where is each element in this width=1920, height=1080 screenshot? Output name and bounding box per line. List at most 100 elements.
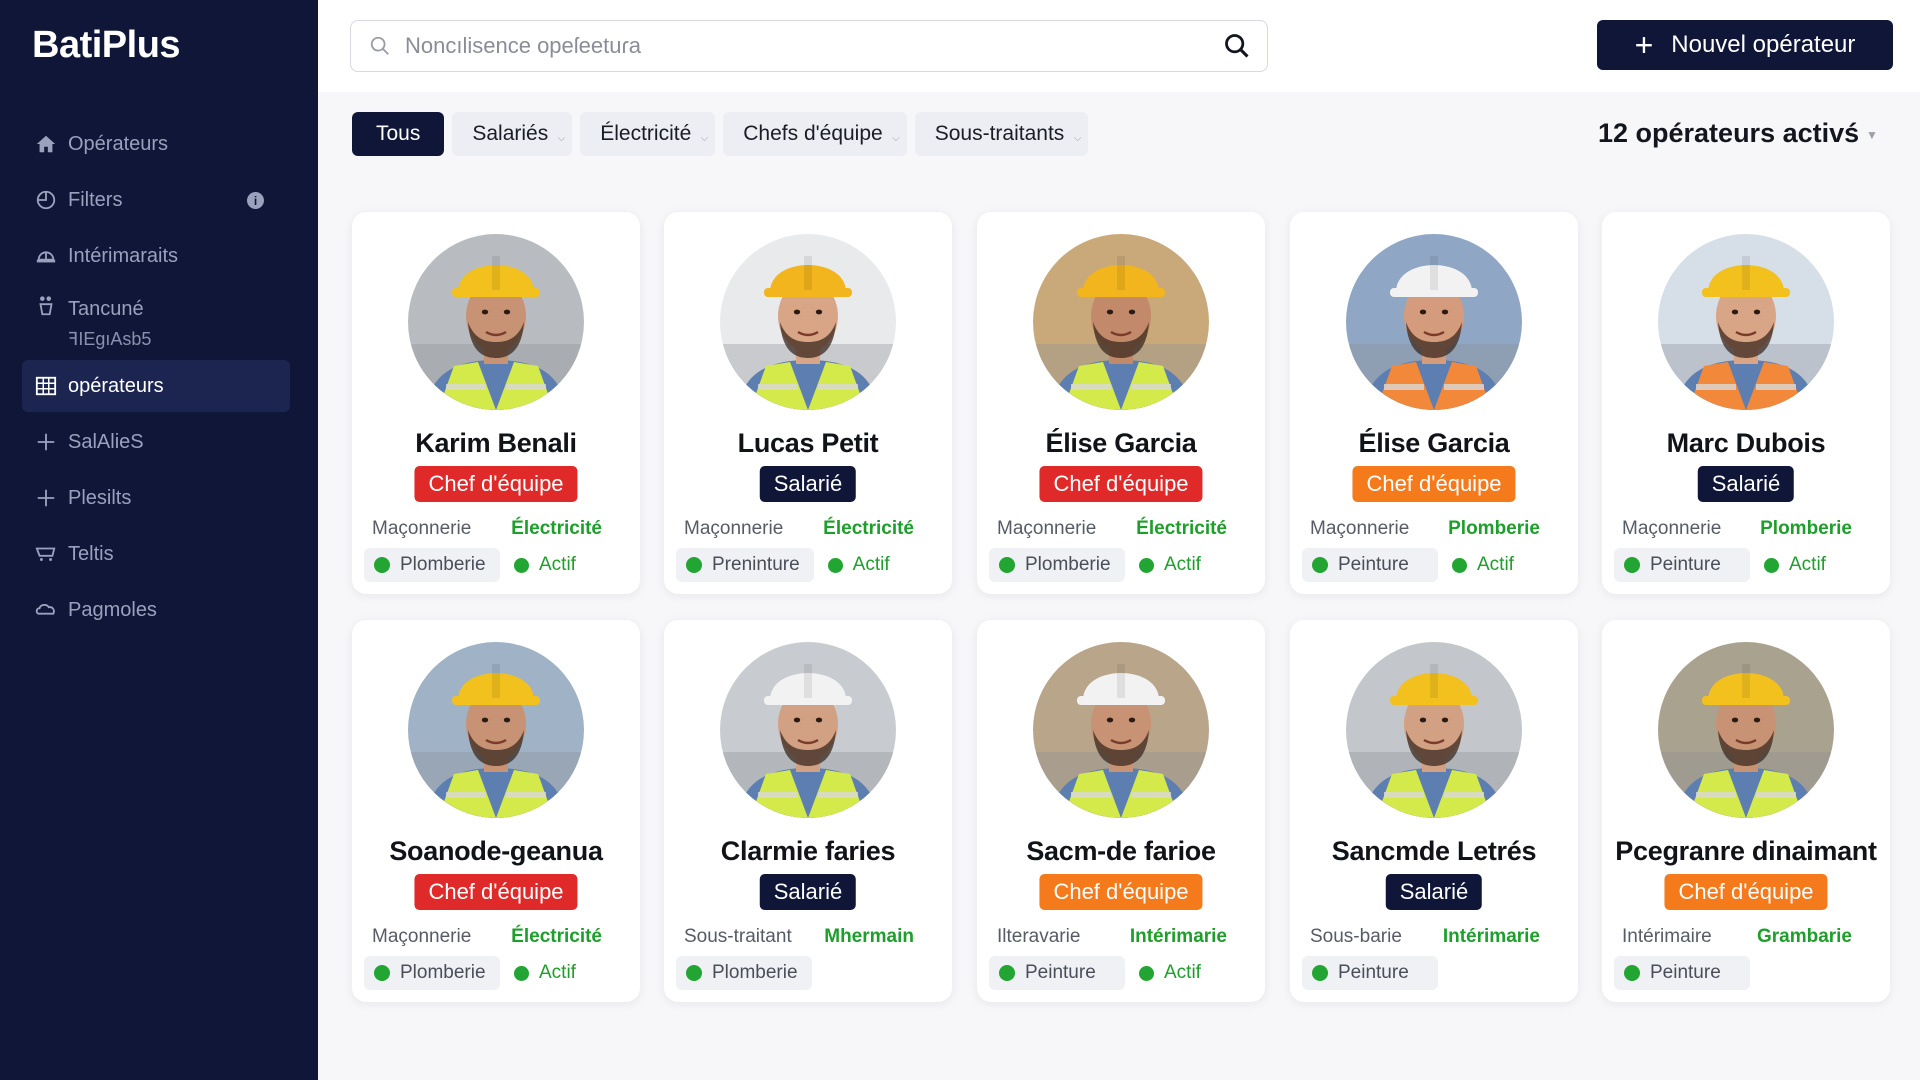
operator-card[interactable]: Soanode-geanua Chef d'équipe Maçonnerie … bbox=[352, 620, 640, 1002]
operator-card[interactable]: Élise Garcia Chef d'équipe Maçonnerie Pl… bbox=[1290, 212, 1578, 594]
status-label: Actif bbox=[852, 554, 890, 575]
trade-tag[interactable]: Peinture bbox=[1302, 548, 1438, 582]
operator-name: Clarmie faries bbox=[720, 836, 896, 866]
operator-card[interactable]: Karim Benali Chef d'équipe Maçonnerie Él… bbox=[352, 212, 640, 594]
tags-row: Plomberie Actif bbox=[989, 548, 1253, 582]
worker-photo bbox=[1346, 642, 1522, 818]
sidebar-item-tancune[interactable]: Tancuné ꟻIEgıAsb5 bbox=[22, 286, 290, 356]
role-badge: Salarié bbox=[1697, 466, 1795, 502]
filter-chip-sous-traitants[interactable]: Sous-traitants ⌵ bbox=[914, 112, 1089, 156]
operator-name: Sacm-de farioe bbox=[1026, 836, 1216, 866]
operator-card[interactable]: Lucas Petit Salarié Maçonnerie Électrici… bbox=[664, 212, 952, 594]
search-button-icon[interactable] bbox=[1223, 32, 1251, 60]
worker-photo bbox=[408, 642, 584, 818]
sidebar-item-salaries[interactable]: SalAlieS bbox=[22, 416, 290, 468]
search-box bbox=[350, 20, 1268, 72]
operator-card[interactable]: Pcegranre dinaimant Chef d'équipe Intéri… bbox=[1602, 620, 1890, 1002]
new-operator-button[interactable]: + Nouvel opérateur bbox=[1597, 20, 1893, 70]
avatar bbox=[1658, 642, 1834, 818]
avatar bbox=[1346, 642, 1522, 818]
sidebar-item-pagmoles[interactable]: Pagmoles bbox=[22, 584, 290, 636]
trade-row: Intérimaire Grambarie bbox=[1602, 920, 1890, 954]
worker-photo bbox=[1346, 234, 1522, 410]
sidebar-item-interimaraits[interactable]: Intérimaraits bbox=[22, 230, 290, 282]
sidebar-item-label: Teltis bbox=[68, 542, 114, 565]
status-dot-icon bbox=[686, 965, 702, 981]
status-badge: Actif bbox=[514, 554, 576, 576]
operator-name: Lucas Petit bbox=[737, 428, 879, 458]
primary-trade: Maçonnerie bbox=[1622, 518, 1722, 539]
sidebar-item-filters[interactable]: Filters i bbox=[22, 174, 290, 226]
tags-row: Peinture Actif bbox=[1614, 548, 1878, 582]
brand-logo: BatiPlus bbox=[32, 24, 181, 66]
sidebar-item-operateurs-active[interactable]: opérateurs bbox=[22, 360, 290, 412]
plus-icon bbox=[34, 486, 58, 510]
status-dot-icon bbox=[999, 557, 1015, 573]
status-dot-icon bbox=[374, 965, 390, 981]
trade-tag[interactable]: Peinture bbox=[1614, 956, 1750, 990]
filter-chip-chefs-equipe[interactable]: Chefs d'équipe ⌵ bbox=[723, 112, 907, 156]
filter-chip-electricite[interactable]: Électricité ⌵ bbox=[580, 112, 716, 156]
sidebar-item-operateurs[interactable]: Opérateurs bbox=[22, 118, 290, 170]
trade-tag[interactable]: Peinture bbox=[1302, 956, 1438, 990]
trade-tag[interactable]: Plomberie bbox=[364, 548, 500, 582]
secondary-trade: Plomberie bbox=[1760, 518, 1852, 539]
filter-chip-salaries[interactable]: Salariés ⌵ bbox=[452, 112, 573, 156]
sidebar-item-label: Filters bbox=[68, 188, 123, 211]
chevron-down-icon[interactable]: ▼ bbox=[1866, 128, 1878, 142]
primary-trade: Maçonnerie bbox=[1310, 518, 1410, 539]
sidebar-item-plesilts[interactable]: Plesilts bbox=[22, 472, 290, 524]
filter-chip-label: Électricité bbox=[600, 122, 692, 145]
avatar bbox=[1346, 234, 1522, 410]
avatar bbox=[1033, 642, 1209, 818]
trade-tag[interactable]: Peinture bbox=[1614, 548, 1750, 582]
trade-tag[interactable]: Plomberie bbox=[676, 956, 812, 990]
operator-name: Sancmde Letrés bbox=[1331, 836, 1537, 866]
role-badge: Chef d'équipe bbox=[1352, 466, 1516, 502]
trade-tag[interactable]: Plomberie bbox=[989, 548, 1125, 582]
status-label: Actif bbox=[1477, 554, 1514, 575]
sidebar-item-label: Plesilts bbox=[68, 486, 132, 509]
worker-photo bbox=[720, 234, 896, 410]
trade-tag[interactable]: Plomberie bbox=[364, 956, 500, 990]
grid-icon bbox=[34, 374, 58, 398]
status-dot-icon bbox=[1624, 965, 1640, 981]
trade-tag[interactable]: Peinture bbox=[989, 956, 1125, 990]
search-input[interactable] bbox=[391, 21, 1223, 71]
trade-tag-label: Preninture bbox=[712, 554, 800, 575]
secondary-trade: Électricité bbox=[1136, 518, 1227, 539]
trade-tag[interactable]: Preninture bbox=[676, 548, 814, 582]
filter-bar: Tous Salariés ⌵ Électricité ⌵ Chefs d'éq… bbox=[352, 112, 1096, 156]
sidebar-nav: Opérateurs Filters i Intérimaraits Tancu… bbox=[22, 118, 290, 640]
status-dot-icon bbox=[374, 557, 390, 573]
secondary-trade: Grambarie bbox=[1756, 926, 1852, 947]
primary-trade: Ilteravarie bbox=[997, 926, 1081, 947]
person-icon bbox=[34, 294, 58, 318]
status-dot-icon bbox=[827, 557, 843, 573]
info-icon[interactable]: i bbox=[247, 192, 264, 209]
status-dot-icon bbox=[999, 965, 1015, 981]
secondary-trade: Plomberie bbox=[1448, 518, 1540, 539]
sidebar-item-label: opérateurs bbox=[68, 374, 164, 397]
avatar bbox=[408, 234, 584, 410]
trade-tag-label: Peinture bbox=[1338, 962, 1409, 983]
sidebar-item-label: Opérateurs bbox=[68, 132, 169, 155]
status-label: Actif bbox=[1164, 962, 1201, 983]
sidebar-item-sublabel: ꟻIEgıAsb5 bbox=[68, 329, 152, 349]
status-label: Actif bbox=[539, 962, 576, 983]
operator-card[interactable]: Élise Garcia Chef d'équipe Maçonnerie Él… bbox=[977, 212, 1265, 594]
trade-row: Maçonnerie Électricité bbox=[977, 512, 1265, 546]
operator-card[interactable]: Sacm-de farioe Chef d'équipe Ilteravarie… bbox=[977, 620, 1265, 1002]
secondary-trade: Intérimarie bbox=[1442, 926, 1540, 947]
filter-chip-tous[interactable]: Tous bbox=[352, 112, 445, 156]
operator-card[interactable]: Sancmde Letrés Salarié Sous-barie Intéri… bbox=[1290, 620, 1578, 1002]
status-label: Actif bbox=[539, 554, 576, 575]
chevron-down-icon: ⌵ bbox=[1073, 133, 1082, 144]
cloud-icon bbox=[34, 598, 58, 622]
active-operators-count: 12 opérateurs activś bbox=[1598, 118, 1860, 148]
operator-card[interactable]: Marc Dubois Salarié Maçonnerie Plomberie… bbox=[1602, 212, 1890, 594]
trade-tag-label: Peinture bbox=[1025, 962, 1096, 983]
status-dot-icon bbox=[514, 965, 529, 981]
sidebar-item-teltis[interactable]: Teltis bbox=[22, 528, 290, 580]
operator-card[interactable]: Clarmie faries Salarié Sous-traitant Mhe… bbox=[664, 620, 952, 1002]
